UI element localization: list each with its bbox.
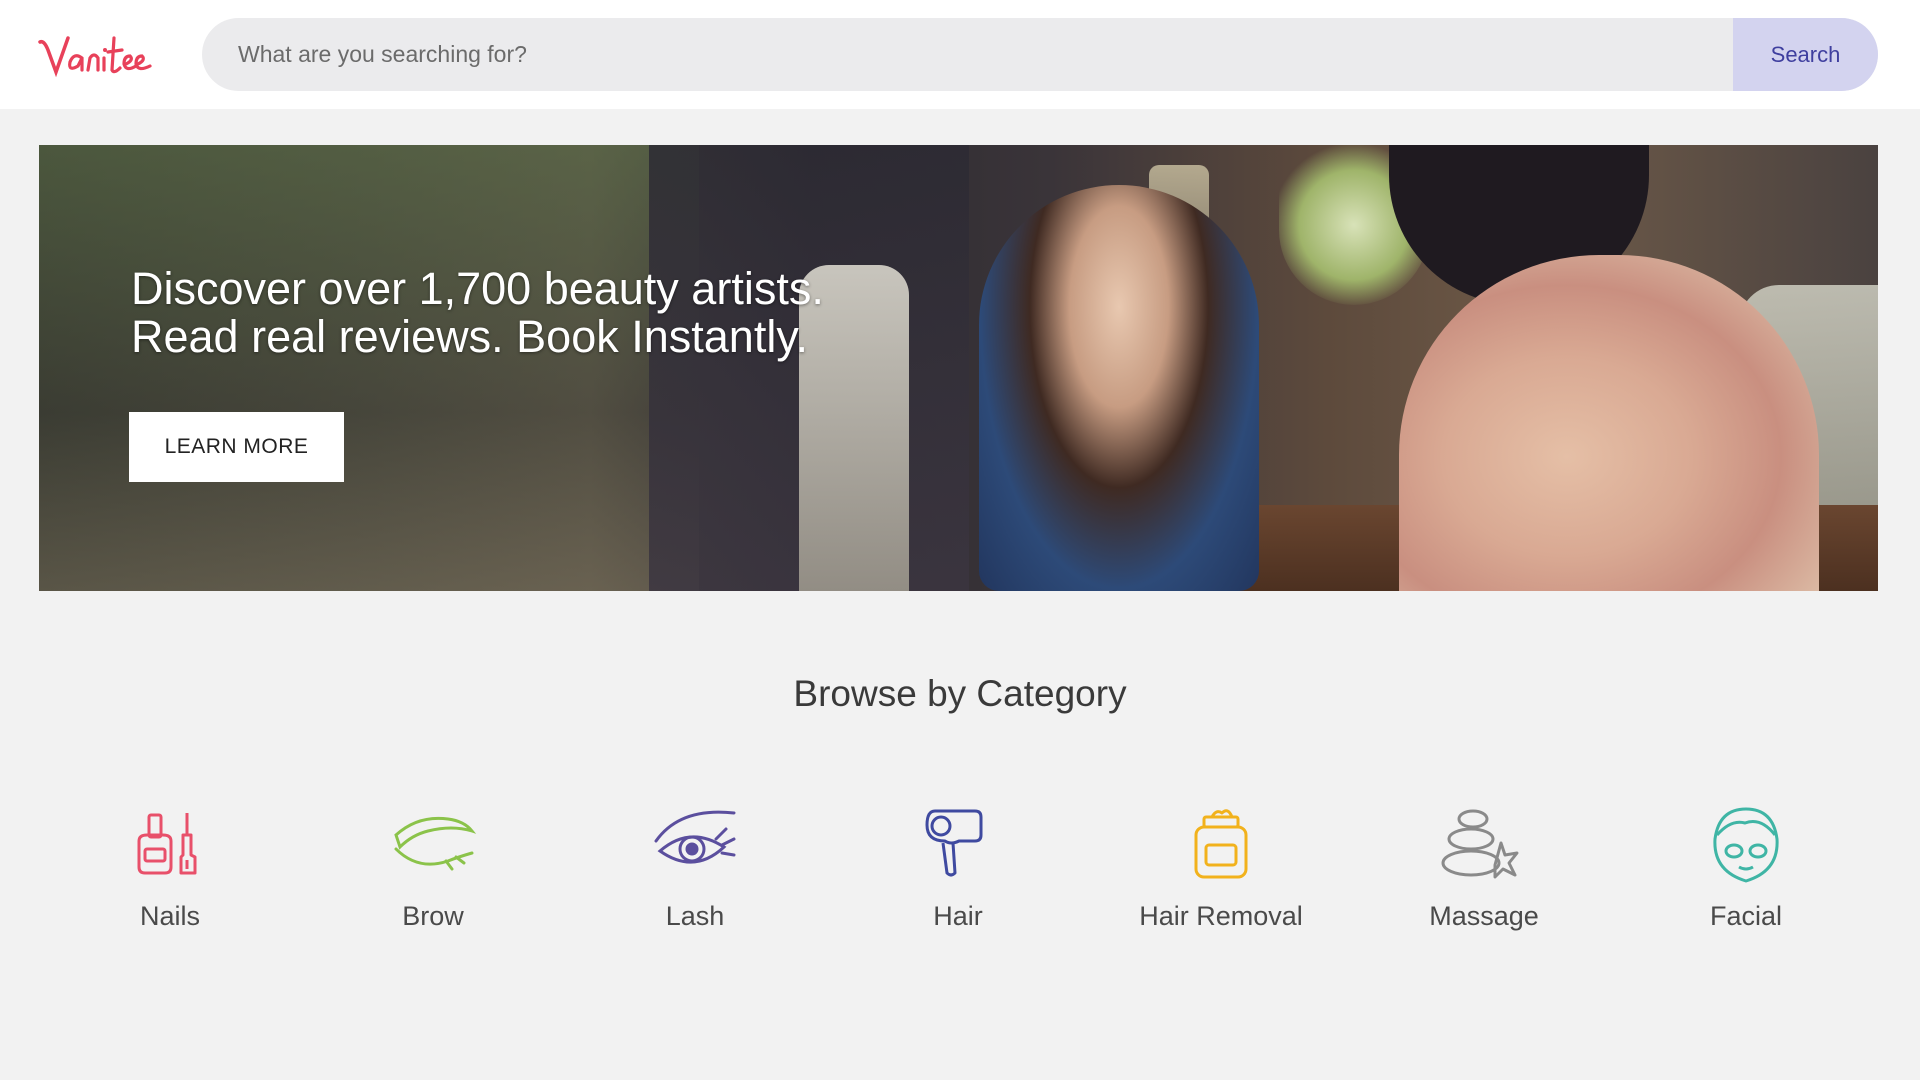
vanitee-logo-mark	[38, 36, 152, 78]
site-header: Search	[0, 0, 1920, 109]
search-button[interactable]: Search	[1733, 18, 1878, 91]
category-label-nails: Nails	[139, 901, 200, 931]
learn-more-button[interactable]: LEARN MORE	[129, 412, 344, 482]
hero-headline-line-2: Read real reviews. Book Instantly.	[131, 311, 808, 362]
category-label-brow: Brow	[402, 901, 464, 931]
face-mask-icon	[1713, 807, 1779, 883]
vanitee-logo[interactable]	[34, 20, 164, 90]
spa-stones-icon	[1441, 809, 1519, 879]
hero-banner: Discover over 1,700 beauty artists. Read…	[39, 145, 1878, 591]
category-lash[interactable]: Lash	[585, 805, 805, 945]
eye-lash-icon	[654, 810, 736, 864]
category-label-massage: Massage	[1429, 901, 1539, 931]
category-label-facial: Facial	[1709, 901, 1783, 931]
category-label-lash: Lash	[665, 901, 725, 931]
category-hair-removal[interactable]: Hair Removal	[1111, 805, 1331, 945]
hero-headline-line-1: Discover over 1,700 beauty artists.	[131, 263, 824, 314]
category-facial[interactable]: Facial	[1636, 805, 1856, 945]
wax-jar-icon	[1194, 809, 1248, 879]
hero-background-left	[39, 145, 699, 591]
category-brow[interactable]: Brow	[323, 805, 543, 945]
category-nails[interactable]: Nails	[60, 805, 280, 945]
browse-by-category-heading: Browse by Category	[793, 673, 1127, 714]
hero-headline: Discover over 1,700 beauty artists. Read…	[131, 265, 891, 361]
search-input[interactable]	[202, 18, 1734, 91]
category-hair[interactable]: Hair	[848, 805, 1068, 945]
hero-client-figure	[979, 185, 1259, 591]
search-bar: Search	[202, 18, 1878, 91]
nail-polish-icon	[137, 813, 197, 875]
hair-dryer-icon	[925, 809, 983, 877]
eyebrow-icon	[394, 816, 477, 871]
category-label-hair-removal: Hair Removal	[1139, 901, 1303, 931]
category-massage[interactable]: Massage	[1374, 805, 1594, 945]
category-label-hair: Hair	[933, 901, 983, 931]
